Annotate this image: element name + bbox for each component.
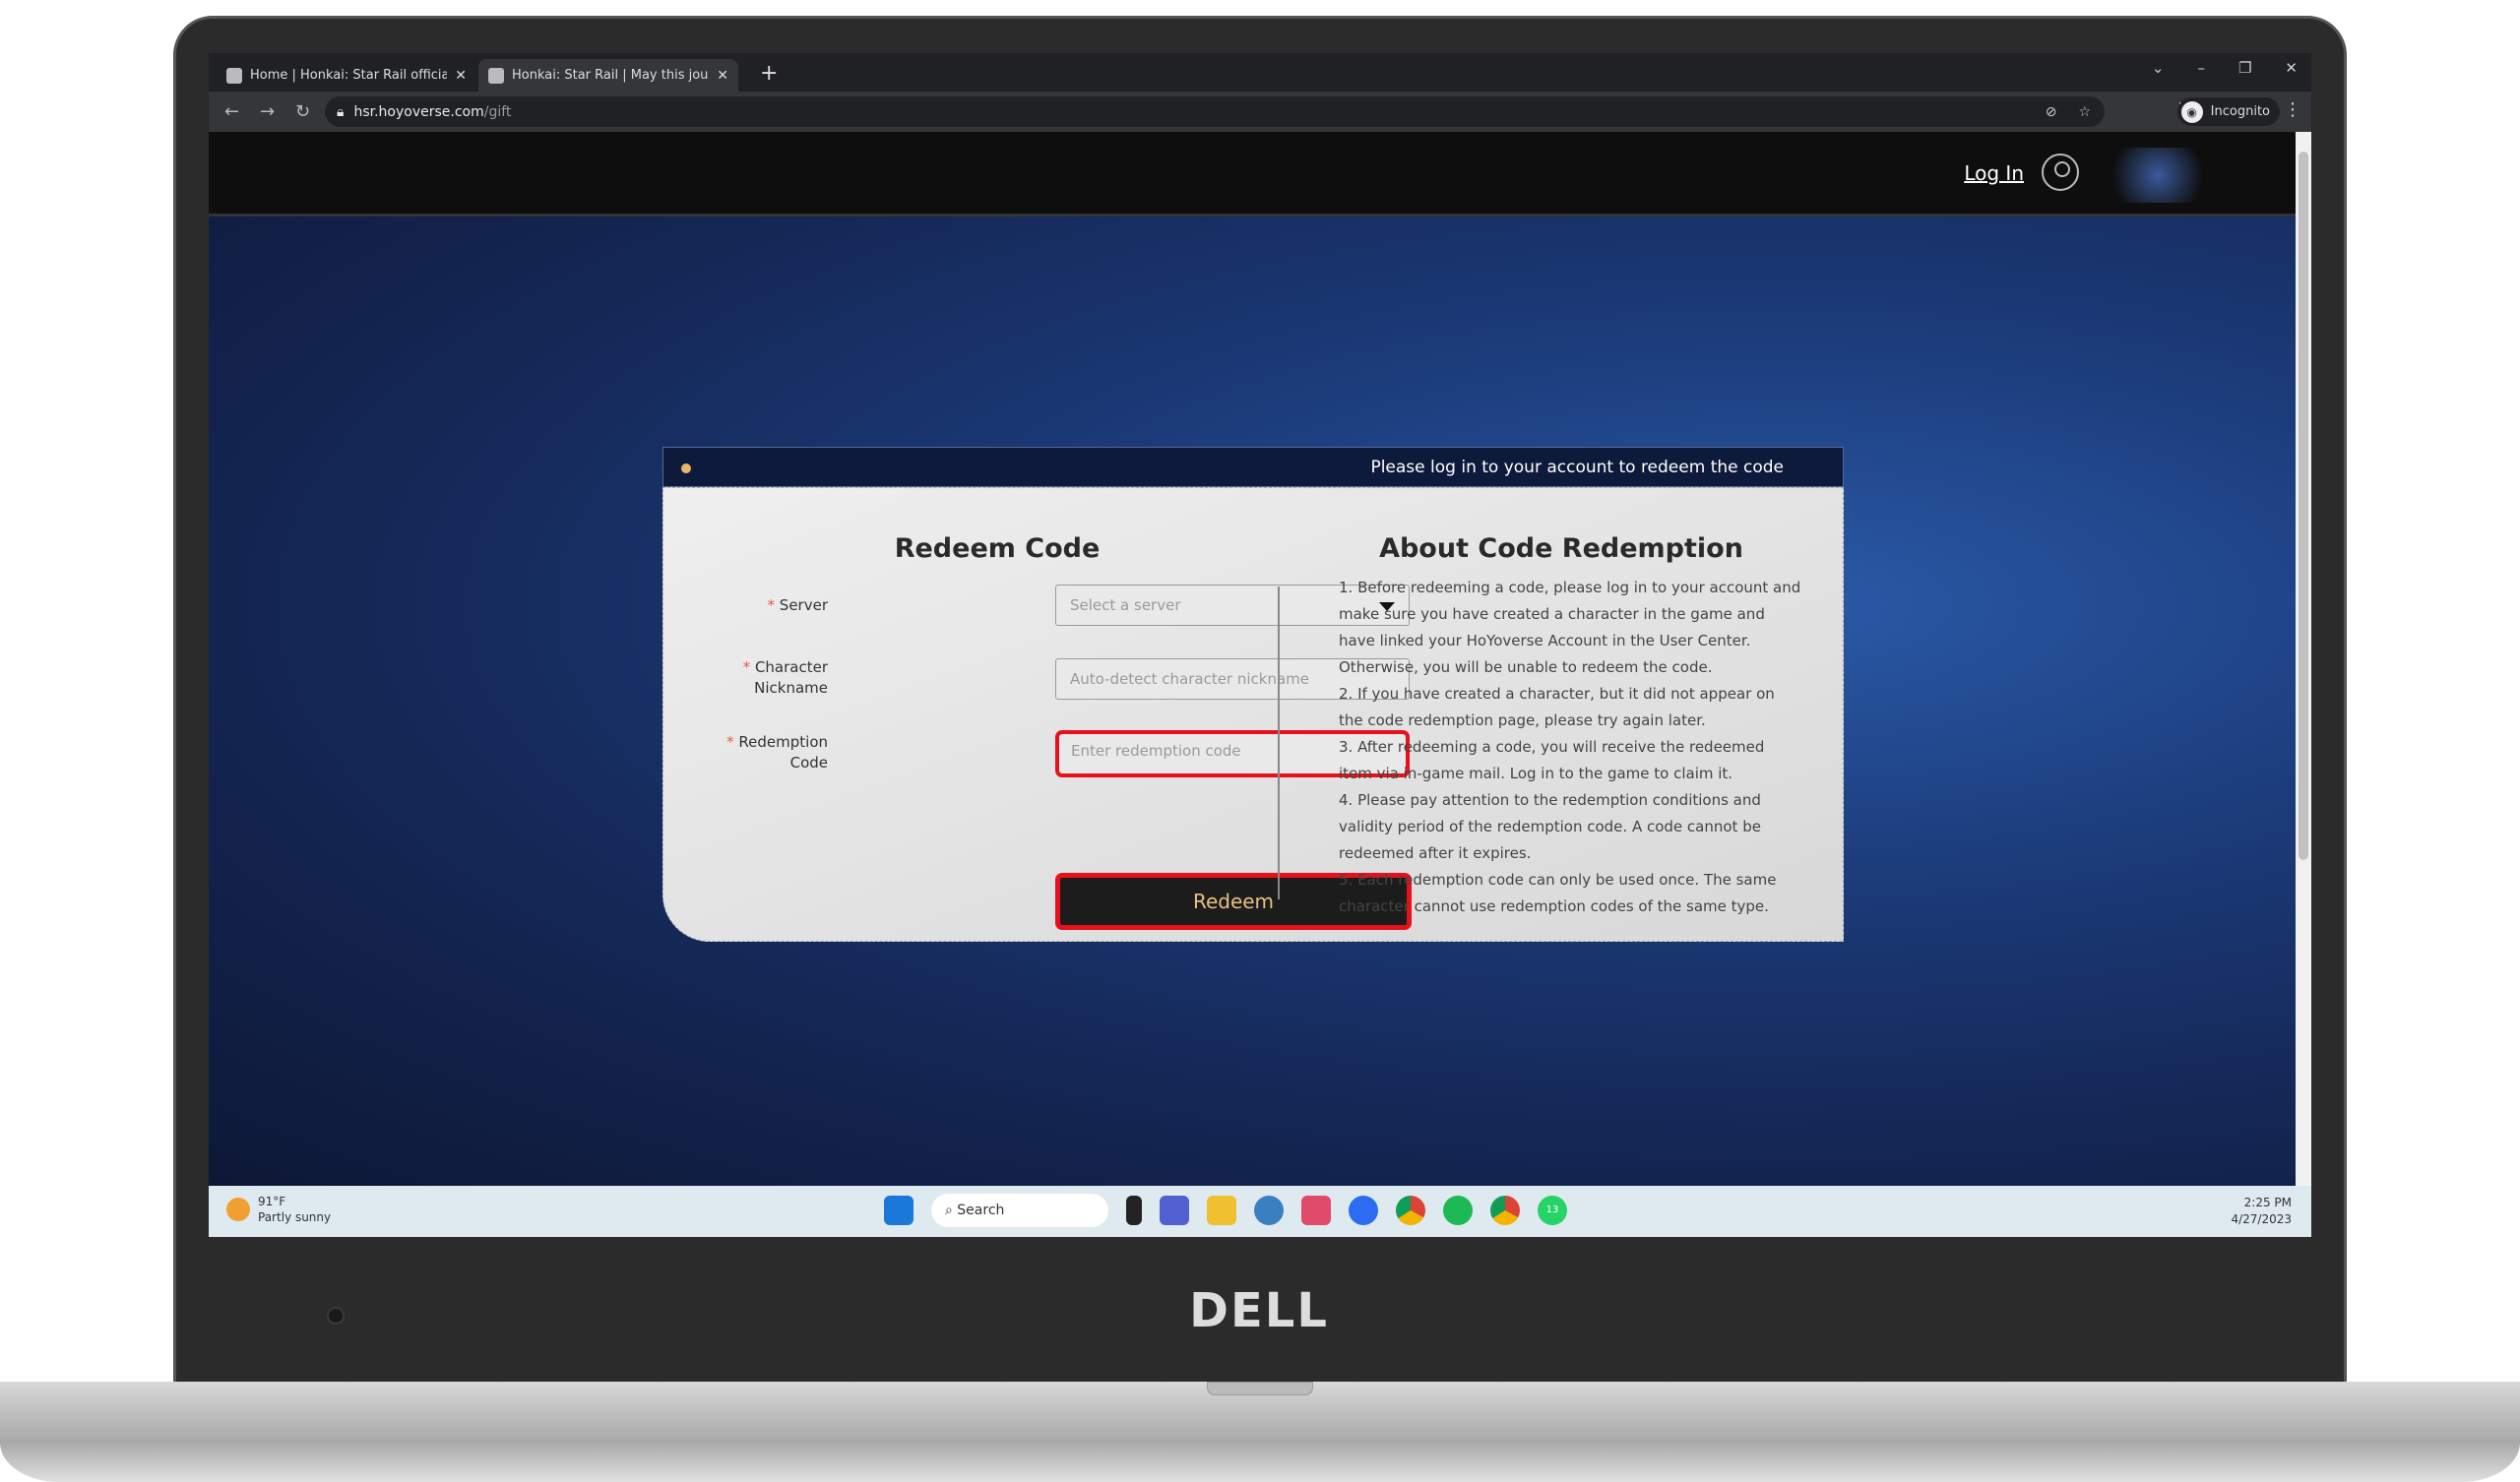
page-background: Please log in to your account to redeem … [209,216,2296,1186]
about-text[interactable]: 1. Before redeeming a code, please log i… [1339,575,1801,935]
site-header: Log In [209,132,2296,216]
dialog-header: Please log in to your account to redeem … [662,447,1844,487]
restore-button[interactable]: ❐ [2238,59,2251,77]
file-explorer-icon[interactable] [1207,1196,1236,1225]
divider [1278,587,1280,899]
address-bar-row: ← → ↻ 🔒︎ hsr.hoyoverse.com/gift ⊘ ☆ ◉ Incog… [209,92,2311,132]
user-icon[interactable] [2042,154,2079,191]
partly-sunny-icon [226,1198,250,1221]
minimize-button[interactable]: – [2197,59,2205,77]
forward-icon[interactable]: → [260,101,280,122]
lid-notch [1207,1382,1313,1395]
about-title: About Code Redemption [1379,533,1743,564]
taskbar: 91°F Partly sunny ⌕ Search 13 2:25 PM 4/27… [209,1186,2311,1237]
star-icon [681,463,691,473]
whatsapp-icon[interactable]: 13 [1538,1196,1567,1225]
scrollbar-thumb[interactable] [2299,152,2308,860]
nickname-label: * Character Nickname [742,658,828,697]
star-rail-logo[interactable] [2099,148,2217,203]
lock-icon: 🔒︎ [337,103,345,120]
spotify-icon[interactable] [1443,1196,1473,1225]
chat-icon[interactable] [1160,1196,1189,1225]
tab-home[interactable]: Home | Honkai: Star Rail official w ✕ [217,59,476,92]
taskbar-search[interactable]: ⌕ Search [931,1194,1108,1227]
windows-start-icon[interactable] [884,1196,914,1225]
chrome-icon[interactable] [1396,1196,1425,1225]
clock[interactable]: 2:25 PM 4/27/2023 [2231,1195,2292,1228]
close-tab-icon[interactable]: ✕ [455,68,467,84]
task-view-icon[interactable] [1126,1196,1142,1225]
page-scrollbar[interactable] [2296,132,2311,1186]
incognito-badge[interactable]: ◉ Incognito [2176,97,2280,126]
redeem-dialog: Please log in to your account to redeem … [662,447,1844,942]
menu-icon[interactable]: ⋮ [2284,99,2301,120]
favicon-icon [488,67,504,84]
close-tab-icon[interactable]: ✕ [717,68,728,84]
url-field[interactable]: 🔒︎ hsr.hoyoverse.com/gift ⊘ ☆ [325,96,2105,127]
close-window-button[interactable]: ✕ [2285,59,2298,77]
login-link[interactable]: Log In [1964,161,2024,185]
code-label: * Redemption Code [726,733,828,772]
edge-icon[interactable] [1254,1196,1284,1225]
weather-widget[interactable]: 91°F Partly sunny [226,1194,331,1225]
dell-logo: DELL [1189,1283,1329,1338]
new-tab-button[interactable]: + [760,61,778,86]
zoom-icon[interactable] [1349,1196,1378,1225]
favicon-icon [226,67,242,84]
slack-icon[interactable] [1301,1196,1331,1225]
dialog-body: Redeem Code * Server Select a server * C… [662,487,1844,942]
webcam [327,1307,345,1325]
screen: Home | Honkai: Star Rail official w ✕ Hon… [209,53,2311,1237]
tab-bar: Home | Honkai: Star Rail official w ✕ Hon… [209,53,2311,92]
tab-search-icon[interactable]: ⌄ [2152,59,2165,77]
tab-gift[interactable]: Honkai: Star Rail | May this journ ✕ [478,59,738,92]
back-icon[interactable]: ← [224,101,244,122]
form-title: Redeem Code [894,533,1101,564]
laptop-base [0,1382,2520,1482]
star-icon[interactable]: ☆ [2078,104,2091,120]
chrome-profile-icon[interactable] [1490,1196,1520,1225]
server-label: * Server [767,596,828,614]
eye-off-icon[interactable]: ⊘ [2046,104,2057,120]
incognito-icon: ◉ [2180,100,2203,123]
reload-icon[interactable]: ↻ [295,101,315,122]
